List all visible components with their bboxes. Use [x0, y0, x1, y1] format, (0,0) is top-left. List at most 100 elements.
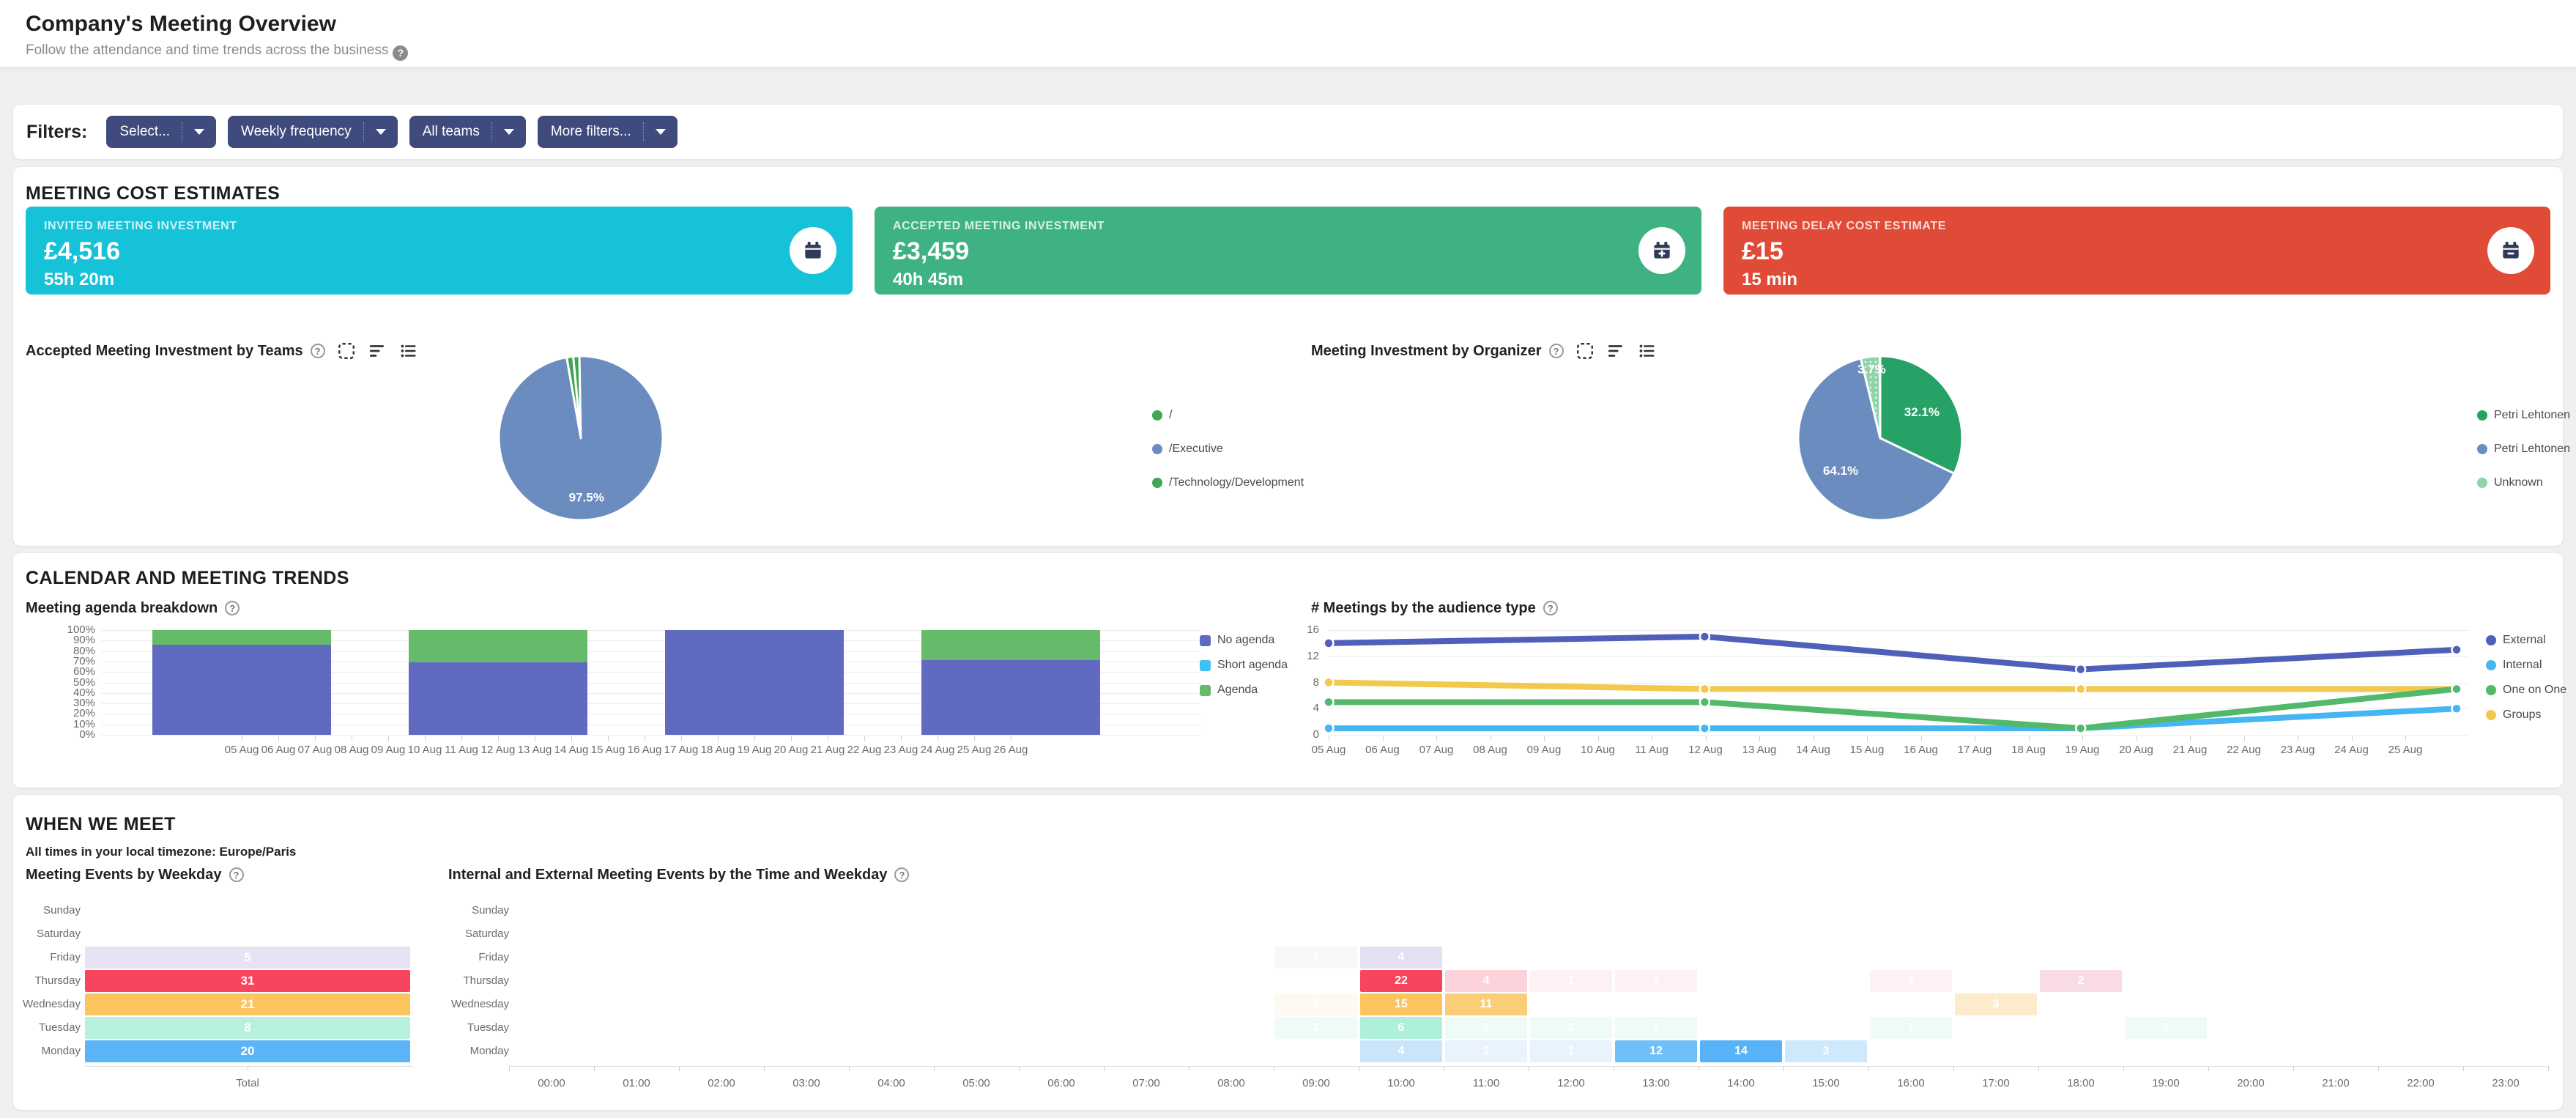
- legend-label: /Executive: [1169, 443, 1223, 456]
- heatmap-cell[interactable]: 4: [1360, 1040, 1442, 1062]
- heatmap-cell[interactable]: 15: [1360, 993, 1442, 1015]
- heatmap-hour-label: 05:00: [951, 1077, 1002, 1089]
- data-point[interactable]: [2076, 724, 2085, 733]
- heatmap-hour-label: 04:00: [866, 1077, 917, 1089]
- bar-segment-agenda[interactable]: [921, 630, 1100, 660]
- data-point[interactable]: [2076, 664, 2085, 674]
- help-icon[interactable]: ?: [311, 344, 325, 358]
- data-point[interactable]: [2452, 704, 2462, 714]
- heatmap-cell[interactable]: 1: [1530, 1017, 1612, 1039]
- heatmap-cell[interactable]: 11: [1445, 993, 1527, 1015]
- data-point[interactable]: [2076, 724, 2085, 733]
- legend-item[interactable]: No agenda: [1200, 634, 1274, 647]
- data-point[interactable]: [1700, 684, 1710, 694]
- heatmap-cell[interactable]: 1: [1870, 1017, 1952, 1039]
- x-axis-tick: [718, 736, 719, 741]
- line-series-internal[interactable]: [1329, 708, 2457, 728]
- data-point[interactable]: [2452, 684, 2462, 694]
- bar-segment-agenda[interactable]: [152, 630, 331, 645]
- data-point[interactable]: [1324, 724, 1334, 733]
- legend-item[interactable]: /Technology/Development: [1152, 476, 1304, 489]
- data-point[interactable]: [1700, 697, 1710, 707]
- x-axis-tick-label: 16 Aug: [1899, 744, 1943, 756]
- filter-dropdown-select[interactable]: Select...: [106, 116, 216, 148]
- legend-item[interactable]: Groups: [2486, 708, 2541, 722]
- heatmap-hour-label: 03:00: [781, 1077, 832, 1089]
- heatmap-cell[interactable]: 3: [1955, 993, 2037, 1015]
- data-point[interactable]: [1324, 638, 1334, 648]
- calendar-minus-icon: [2487, 227, 2534, 274]
- data-point[interactable]: [2452, 645, 2462, 654]
- heatmap-cell[interactable]: 6: [1360, 1017, 1442, 1039]
- legend-item[interactable]: Short agenda: [1200, 659, 1288, 672]
- filters-bar: Filters: Select... Weekly frequency All …: [13, 105, 2563, 159]
- legend-item[interactable]: Petri Lehtonen: [2477, 443, 2570, 456]
- legend-swatch: [2486, 685, 2496, 695]
- data-point[interactable]: [1324, 697, 1334, 707]
- heatmap-cell[interactable]: 12: [1615, 1040, 1697, 1062]
- heatmap-cell[interactable]: 1: [1275, 993, 1357, 1015]
- legend-item[interactable]: One on One: [2486, 684, 2566, 697]
- heatmap-cell[interactable]: 1: [1445, 1040, 1527, 1062]
- expand-icon[interactable]: [337, 341, 356, 360]
- bar-chart-icon[interactable]: [368, 341, 387, 360]
- bar-segment-no-agenda[interactable]: [921, 660, 1100, 735]
- x-axis-tick: [1104, 1067, 1105, 1071]
- legend-item[interactable]: /: [1152, 409, 1172, 422]
- heatmap-cell[interactable]: 22: [1360, 970, 1442, 992]
- heatmap-cell[interactable]: 1: [1275, 1017, 1357, 1039]
- bar-segment-agenda[interactable]: [409, 630, 587, 662]
- bar-segment-no-agenda[interactable]: [152, 645, 331, 735]
- grid-line: [1328, 735, 2468, 736]
- bar-segment-no-agenda[interactable]: [409, 662, 587, 735]
- legend-item[interactable]: Internal: [2486, 659, 2542, 672]
- line-series-one-on-one[interactable]: [1329, 689, 2457, 728]
- chevron-down-icon: [504, 129, 514, 135]
- kpi-duration: 55h 20m: [44, 270, 114, 290]
- data-point[interactable]: [2452, 684, 2462, 694]
- bar-segment-no-agenda[interactable]: [665, 630, 844, 735]
- legend-item[interactable]: Petri Lehtonen: [2477, 409, 2570, 422]
- heatmap-hour-label: 09:00: [1291, 1077, 1342, 1089]
- help-icon[interactable]: ?: [393, 45, 408, 61]
- heatmap-cell[interactable]: 1: [1530, 970, 1612, 992]
- heatmap-cell[interactable]: 1: [1870, 970, 1952, 992]
- kpi-card-invited: INVITED MEETING INVESTMENT £4,516 55h 20…: [26, 207, 853, 295]
- help-icon[interactable]: ?: [1543, 601, 1558, 615]
- filter-dropdown-teams[interactable]: All teams: [409, 116, 526, 148]
- heatmap-cell[interactable]: 1: [1445, 1017, 1527, 1039]
- legend-item[interactable]: Agenda: [1200, 684, 1258, 697]
- heatmap-cell[interactable]: 1: [1615, 970, 1697, 992]
- legend-item[interactable]: External: [2486, 634, 2546, 647]
- data-point[interactable]: [1700, 724, 1710, 733]
- heatmap-cell[interactable]: 3: [1785, 1040, 1867, 1062]
- legend-label: Short agenda: [1217, 659, 1288, 672]
- filter-dropdown-more[interactable]: More filters...: [538, 116, 678, 148]
- expand-icon[interactable]: [1575, 341, 1595, 360]
- heatmap-cell[interactable]: 1: [2125, 1017, 2207, 1039]
- list-icon[interactable]: [1637, 341, 1656, 360]
- heatmap-cell[interactable]: 1: [1530, 1040, 1612, 1062]
- legend-item[interactable]: /Executive: [1152, 443, 1223, 456]
- teams-pie-chart: 97.5%: [493, 350, 669, 530]
- data-point[interactable]: [2076, 684, 2085, 694]
- heatmap-cell[interactable]: 4: [1445, 970, 1527, 992]
- legend-item[interactable]: Unknown: [2477, 476, 2543, 489]
- line-series-external[interactable]: [1329, 637, 2457, 670]
- line-series-groups[interactable]: [1329, 683, 2457, 689]
- heatmap-cell[interactable]: 14: [1700, 1040, 1782, 1062]
- heatmap-row-label: Wednesday: [399, 998, 509, 1010]
- data-point[interactable]: [1324, 678, 1334, 687]
- x-axis-tick-label: 20 Aug: [2115, 744, 2159, 756]
- data-point[interactable]: [1700, 632, 1710, 641]
- heatmap-cell[interactable]: 2: [2040, 970, 2122, 992]
- heatmap-cell[interactable]: 1: [1615, 1017, 1697, 1039]
- x-axis-tick: [1598, 736, 1599, 741]
- heatmap-cell[interactable]: 1: [1275, 947, 1357, 969]
- heatmap-hour-label: 07:00: [1121, 1077, 1172, 1089]
- list-icon[interactable]: [398, 341, 417, 360]
- filter-dropdown-frequency[interactable]: Weekly frequency: [228, 116, 398, 148]
- heatmap-cell[interactable]: 4: [1360, 947, 1442, 969]
- help-icon[interactable]: ?: [1549, 344, 1564, 358]
- bar-chart-icon[interactable]: [1606, 341, 1625, 360]
